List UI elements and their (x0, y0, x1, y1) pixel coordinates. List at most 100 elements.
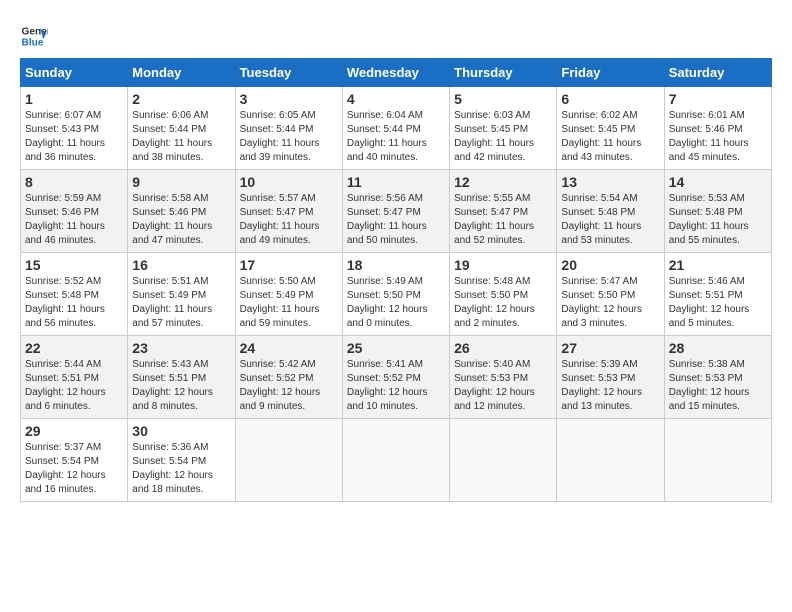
day-number: 24 (240, 340, 338, 356)
day-number: 18 (347, 257, 445, 273)
day-number: 15 (25, 257, 123, 273)
calendar-cell: 1 Sunrise: 6:07 AM Sunset: 5:43 PM Daylig… (21, 87, 128, 170)
day-info: Sunrise: 5:41 AM Sunset: 5:52 PM Dayligh… (347, 358, 445, 414)
day-info: Sunrise: 5:37 AM Sunset: 5:54 PM Dayligh… (25, 441, 123, 497)
day-info: Sunrise: 5:44 AM Sunset: 5:51 PM Dayligh… (25, 358, 123, 414)
week-row-0: 1 Sunrise: 6:07 AM Sunset: 5:43 PM Daylig… (21, 87, 772, 170)
day-info: Sunrise: 5:43 AM Sunset: 5:51 PM Dayligh… (132, 358, 230, 414)
calendar-cell: 10 Sunrise: 5:57 AM Sunset: 5:47 PM Dayli… (235, 170, 342, 253)
day-number: 5 (454, 91, 552, 107)
day-number: 16 (132, 257, 230, 273)
calendar-cell: 26Sunrise: 5:40 AM Sunset: 5:53 PM Dayli… (450, 336, 557, 419)
day-info: Sunrise: 6:02 AM Sunset: 5:45 PM Dayligh… (561, 109, 659, 165)
calendar-cell: 24 Sunrise: 5:42 AM Sunset: 5:52 PM Dayli… (235, 336, 342, 419)
calendar-cell: 6 Sunrise: 6:02 AM Sunset: 5:45 PM Daylig… (557, 87, 664, 170)
weekday-header-saturday: Saturday (664, 59, 771, 87)
logo: General Blue (20, 22, 50, 50)
day-info: Sunrise: 5:42 AM Sunset: 5:52 PM Dayligh… (240, 358, 338, 414)
calendar-cell: 8 Sunrise: 5:59 AM Sunset: 5:46 PM Daylig… (21, 170, 128, 253)
day-info: Sunrise: 5:49 AM Sunset: 5:50 PM Dayligh… (347, 275, 445, 331)
day-info: Sunrise: 6:01 AM Sunset: 5:46 PM Dayligh… (669, 109, 767, 165)
day-info: Sunrise: 5:47 AM Sunset: 5:50 PM Dayligh… (561, 275, 659, 331)
day-number: 22 (25, 340, 123, 356)
calendar-cell: 19 Sunrise: 5:48 AM Sunset: 5:50 PM Dayli… (450, 253, 557, 336)
day-info: Sunrise: 5:56 AM Sunset: 5:47 PM Dayligh… (347, 192, 445, 248)
calendar-cell: 20 Sunrise: 5:47 AM Sunset: 5:50 PM Dayli… (557, 253, 664, 336)
day-number: 8 (25, 174, 123, 190)
calendar-cell: 4 Sunrise: 6:04 AM Sunset: 5:44 PM Daylig… (342, 87, 449, 170)
calendar-cell (342, 419, 449, 502)
calendar-cell (235, 419, 342, 502)
weekday-header-tuesday: Tuesday (235, 59, 342, 87)
day-number: 12 (454, 174, 552, 190)
day-info: Sunrise: 5:53 AM Sunset: 5:48 PM Dayligh… (669, 192, 767, 248)
day-number: 3 (240, 91, 338, 107)
day-info: Sunrise: 5:55 AM Sunset: 5:47 PM Dayligh… (454, 192, 552, 248)
day-info: Sunrise: 6:03 AM Sunset: 5:45 PM Dayligh… (454, 109, 552, 165)
day-info: Sunrise: 5:38 AM Sunset: 5:53 PM Dayligh… (669, 358, 767, 414)
week-row-3: 22 Sunrise: 5:44 AM Sunset: 5:51 PM Dayli… (21, 336, 772, 419)
calendar-cell: 30Sunrise: 5:36 AM Sunset: 5:54 PM Dayli… (128, 419, 235, 502)
day-info: Sunrise: 5:46 AM Sunset: 5:51 PM Dayligh… (669, 275, 767, 331)
calendar-cell: 5 Sunrise: 6:03 AM Sunset: 5:45 PM Daylig… (450, 87, 557, 170)
day-number: 11 (347, 174, 445, 190)
day-number: 2 (132, 91, 230, 107)
calendar-cell: 9 Sunrise: 5:58 AM Sunset: 5:46 PM Daylig… (128, 170, 235, 253)
calendar-cell: 27Sunrise: 5:39 AM Sunset: 5:53 PM Dayli… (557, 336, 664, 419)
day-info: Sunrise: 5:50 AM Sunset: 5:49 PM Dayligh… (240, 275, 338, 331)
day-number: 30 (132, 423, 230, 439)
day-info: Sunrise: 5:54 AM Sunset: 5:48 PM Dayligh… (561, 192, 659, 248)
day-number: 21 (669, 257, 767, 273)
day-info: Sunrise: 5:57 AM Sunset: 5:47 PM Dayligh… (240, 192, 338, 248)
day-number: 1 (25, 91, 123, 107)
day-number: 25 (347, 340, 445, 356)
day-number: 29 (25, 423, 123, 439)
day-number: 4 (347, 91, 445, 107)
day-number: 20 (561, 257, 659, 273)
day-number: 23 (132, 340, 230, 356)
calendar-cell: 25 Sunrise: 5:41 AM Sunset: 5:52 PM Dayli… (342, 336, 449, 419)
day-number: 27 (561, 340, 659, 356)
calendar-cell (664, 419, 771, 502)
day-number: 9 (132, 174, 230, 190)
day-info: Sunrise: 5:58 AM Sunset: 5:46 PM Dayligh… (132, 192, 230, 248)
calendar-cell: 2 Sunrise: 6:06 AM Sunset: 5:44 PM Daylig… (128, 87, 235, 170)
calendar-cell: 28 Sunrise: 5:38 AM Sunset: 5:53 PM Dayli… (664, 336, 771, 419)
calendar-cell: 22 Sunrise: 5:44 AM Sunset: 5:51 PM Dayli… (21, 336, 128, 419)
calendar-cell: 7Sunrise: 6:01 AM Sunset: 5:46 PM Daylig… (664, 87, 771, 170)
weekday-header-thursday: Thursday (450, 59, 557, 87)
calendar-cell: 14Sunrise: 5:53 AM Sunset: 5:48 PM Dayli… (664, 170, 771, 253)
day-number: 6 (561, 91, 659, 107)
day-number: 19 (454, 257, 552, 273)
weekday-header-wednesday: Wednesday (342, 59, 449, 87)
day-number: 17 (240, 257, 338, 273)
calendar-cell: 23 Sunrise: 5:43 AM Sunset: 5:51 PM Dayli… (128, 336, 235, 419)
week-row-4: 29 Sunrise: 5:37 AM Sunset: 5:54 PM Dayli… (21, 419, 772, 502)
day-number: 13 (561, 174, 659, 190)
day-info: Sunrise: 5:40 AM Sunset: 5:53 PM Dayligh… (454, 358, 552, 414)
weekday-header-sunday: Sunday (21, 59, 128, 87)
logo-icon: General Blue (20, 22, 48, 50)
day-number: 28 (669, 340, 767, 356)
day-info: Sunrise: 5:59 AM Sunset: 5:46 PM Dayligh… (25, 192, 123, 248)
calendar-cell: 15Sunrise: 5:52 AM Sunset: 5:48 PM Dayli… (21, 253, 128, 336)
calendar-cell: 29 Sunrise: 5:37 AM Sunset: 5:54 PM Dayli… (21, 419, 128, 502)
calendar-cell (450, 419, 557, 502)
day-info: Sunrise: 6:04 AM Sunset: 5:44 PM Dayligh… (347, 109, 445, 165)
calendar-cell (557, 419, 664, 502)
svg-text:Blue: Blue (22, 37, 44, 48)
week-row-2: 15Sunrise: 5:52 AM Sunset: 5:48 PM Dayli… (21, 253, 772, 336)
calendar-cell: 11 Sunrise: 5:56 AM Sunset: 5:47 PM Dayli… (342, 170, 449, 253)
header: General Blue (20, 18, 772, 50)
day-info: Sunrise: 5:51 AM Sunset: 5:49 PM Dayligh… (132, 275, 230, 331)
calendar-cell: 17 Sunrise: 5:50 AM Sunset: 5:49 PM Dayli… (235, 253, 342, 336)
page: General Blue SundayMondayTuesdayWednesda… (0, 0, 792, 512)
day-number: 10 (240, 174, 338, 190)
calendar-cell: 16 Sunrise: 5:51 AM Sunset: 5:49 PM Dayli… (128, 253, 235, 336)
day-info: Sunrise: 5:48 AM Sunset: 5:50 PM Dayligh… (454, 275, 552, 331)
week-row-1: 8 Sunrise: 5:59 AM Sunset: 5:46 PM Daylig… (21, 170, 772, 253)
day-info: Sunrise: 6:06 AM Sunset: 5:44 PM Dayligh… (132, 109, 230, 165)
day-info: Sunrise: 6:07 AM Sunset: 5:43 PM Dayligh… (25, 109, 123, 165)
calendar-cell: 21 Sunrise: 5:46 AM Sunset: 5:51 PM Dayli… (664, 253, 771, 336)
weekday-header-monday: Monday (128, 59, 235, 87)
